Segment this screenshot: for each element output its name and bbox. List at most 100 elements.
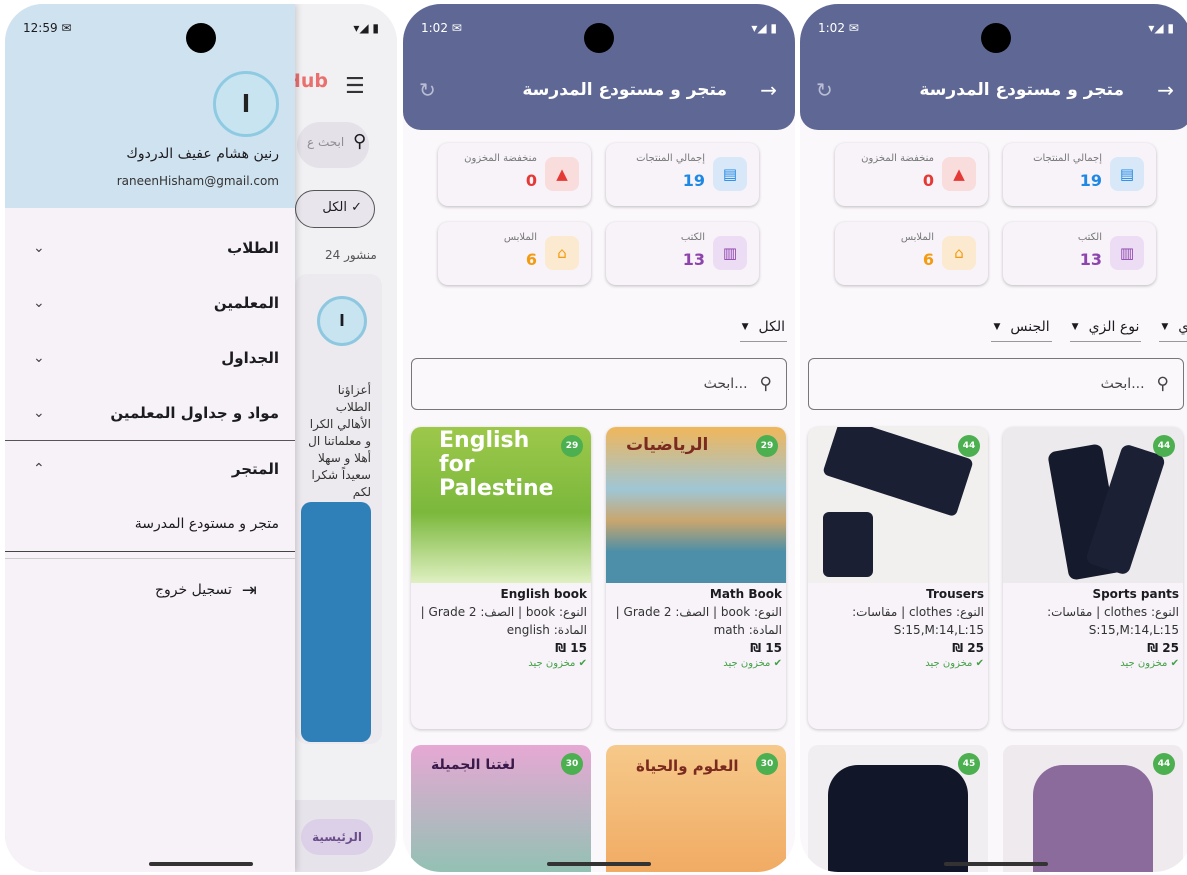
product-card[interactable]: English for Palestine 29 English book ال… bbox=[411, 427, 591, 729]
product-image: 44 bbox=[808, 427, 988, 583]
signal-icons: ▾◢ ▮ bbox=[353, 21, 379, 35]
stock-status: ✔ مخزون جيد bbox=[606, 655, 786, 669]
stat-label: الملابس bbox=[900, 232, 934, 243]
stock-status: ✔ مخزون جيد bbox=[1003, 655, 1183, 669]
chip-label: الكل bbox=[322, 200, 347, 215]
pants-shape bbox=[822, 427, 974, 518]
dropdown-arrow-icon: ▼ bbox=[1071, 322, 1079, 332]
chevron-up-icon: ⌃ bbox=[33, 460, 45, 477]
product-image: الرياضيات 29 bbox=[606, 427, 786, 583]
quantity-badge: 30 bbox=[756, 753, 778, 775]
product-price: ₪ 25 bbox=[952, 641, 984, 655]
posts-count: منشور 24 bbox=[325, 248, 377, 262]
menu-icon[interactable]: ☰ bbox=[345, 74, 365, 99]
user-name: رنين هشام عفيف الدردوك bbox=[126, 146, 279, 162]
product-card[interactable]: 44 Sports pants النوع: clothes | مقاسات:… bbox=[1003, 427, 1183, 729]
check-circle-icon: ✔ bbox=[1170, 658, 1179, 669]
chevron-down-icon: ⌄ bbox=[33, 294, 45, 311]
logout-icon: ⇥ bbox=[241, 579, 257, 601]
quantity-badge: 30 bbox=[561, 753, 583, 775]
product-price: ₪ 15 bbox=[555, 641, 587, 655]
quantity-badge: 44 bbox=[958, 435, 980, 457]
search-input[interactable]: ابحث... ⚲ bbox=[411, 358, 787, 410]
search-placeholder: ابحث... bbox=[1100, 376, 1145, 392]
chevron-down-icon: ⌄ bbox=[33, 239, 45, 256]
product-card[interactable]: 44 Trousers النوع: clothes | مقاسات: S:1… bbox=[808, 427, 988, 729]
uniform-type-dropdown[interactable]: نوع الزي ▼ bbox=[1069, 316, 1142, 342]
product-card[interactable]: الرياضيات 29 Math Book النوع: book | الص… bbox=[606, 427, 786, 729]
product-info: النوع: book | الصف: Grade 2 | المادة: ma… bbox=[615, 605, 782, 637]
stat-books: ▥ الكتب 13 bbox=[1003, 222, 1156, 285]
dropdown-arrow-icon: ▼ bbox=[993, 322, 1001, 332]
cover-title: لغتنا الجميلة bbox=[431, 757, 516, 773]
product-card[interactable]: لغتنا الجميلة 30 bbox=[411, 745, 591, 872]
search-icon[interactable]: ⚲ bbox=[353, 131, 366, 152]
drawer-subitem-school-store[interactable]: متجر و مستودع المدرسة bbox=[5, 496, 295, 552]
stat-label: منخفضة المخزون bbox=[464, 153, 537, 164]
category-dropdown[interactable]: زي ▼ bbox=[1159, 316, 1187, 342]
stock-label: مخزون جيد bbox=[925, 658, 973, 669]
refresh-icon[interactable]: ↻ bbox=[419, 78, 436, 102]
clock: 1:02 bbox=[421, 21, 448, 35]
navigation-drawer: ا رنين هشام عفيف الدردوك raneenHisham@gm… bbox=[5, 4, 295, 872]
product-card[interactable]: 45 bbox=[808, 745, 988, 872]
product-card[interactable]: العلوم والحياة 30 bbox=[606, 745, 786, 872]
drawer-item-schedules[interactable]: ⌄ الجداول bbox=[5, 330, 295, 385]
post-text: أعزاؤنا الطلاب الأهالي الكرا و معلماتنا … bbox=[308, 383, 371, 499]
cover-title: الرياضيات bbox=[626, 435, 709, 455]
filter-chip-all[interactable]: الكل ✓ bbox=[295, 190, 375, 228]
stat-value: 6 bbox=[922, 250, 934, 269]
stat-books: ▥ الكتب 13 bbox=[606, 222, 759, 285]
dropdown-value: نوع الزي bbox=[1088, 319, 1140, 335]
quantity-badge: 44 bbox=[1153, 435, 1175, 457]
camera-cutout bbox=[186, 23, 216, 53]
clock: 12:59 bbox=[23, 21, 58, 35]
back-arrow-icon[interactable]: → bbox=[760, 78, 777, 102]
search-input[interactable]: ابحث... ⚲ bbox=[808, 358, 1184, 410]
refresh-icon[interactable]: ↻ bbox=[816, 78, 833, 102]
stat-value: 19 bbox=[682, 171, 705, 190]
search-icon: ⚲ bbox=[1156, 374, 1169, 394]
stat-label: منخفضة المخزون bbox=[861, 153, 934, 164]
gesture-bar bbox=[944, 862, 1048, 866]
stat-total: ▤ إجمالي المنتجات 19 bbox=[1003, 143, 1156, 206]
dropdown-arrow-icon: ▼ bbox=[1161, 322, 1169, 332]
gender-dropdown[interactable]: الجنس ▼ bbox=[991, 316, 1052, 342]
avatar: ا bbox=[317, 296, 367, 346]
check-circle-icon: ✔ bbox=[578, 658, 587, 669]
product-card[interactable]: 44 bbox=[1003, 745, 1183, 872]
logout-button[interactable]: تسجيل خروج ⇥ bbox=[5, 559, 295, 621]
filter-row: الكل ▼ bbox=[739, 316, 787, 342]
quantity-badge: 29 bbox=[561, 435, 583, 457]
category-dropdown[interactable]: الكل ▼ bbox=[739, 316, 787, 342]
hanger-icon: ⌂ bbox=[942, 236, 976, 270]
drawer-item-subjects[interactable]: ⌄ مواد و جداول المعلمين bbox=[5, 385, 295, 440]
signal-icons: ▾◢ ▮ bbox=[1148, 21, 1174, 35]
sweater-shape bbox=[828, 765, 968, 872]
filter-row: زي ▼ نوع الزي ▼ الجنس ▼ bbox=[991, 316, 1187, 342]
drawer-item-label: المتجر bbox=[231, 459, 279, 478]
back-arrow-icon[interactable]: → bbox=[1157, 78, 1174, 102]
stat-label: إجمالي المنتجات bbox=[636, 153, 705, 164]
check-circle-icon: ✔ bbox=[773, 658, 782, 669]
phone-store-clothes: متجر و مستودع المدرسة → ↻ 1:02 ✉ ▾◢ ▮ ▤ … bbox=[800, 4, 1187, 872]
drawer-item-store[interactable]: ⌃ المتجر bbox=[5, 441, 295, 496]
hanger-icon: ⌂ bbox=[545, 236, 579, 270]
quantity-badge: 29 bbox=[756, 435, 778, 457]
dropdown-arrow-icon: ▼ bbox=[741, 322, 749, 332]
product-name: Sports pants bbox=[1092, 587, 1179, 601]
archive-icon: ▤ bbox=[1110, 157, 1144, 191]
search-icon: ⚲ bbox=[759, 374, 772, 394]
drawer-item-teachers[interactable]: ⌄ المعلمين bbox=[5, 275, 295, 330]
stat-value: 0 bbox=[525, 171, 537, 190]
stock-label: مخزون جيد bbox=[1120, 658, 1168, 669]
drawer-item-label: المعلمين bbox=[213, 293, 279, 312]
chevron-down-icon: ⌄ bbox=[33, 349, 45, 366]
search-placeholder: ابحث... bbox=[703, 376, 748, 392]
stat-total: ▤ إجمالي المنتجات 19 bbox=[606, 143, 759, 206]
dropdown-value: الجنس bbox=[1010, 319, 1050, 335]
drawer-item-students[interactable]: ⌄ الطلاب bbox=[5, 220, 295, 275]
nav-home-tab[interactable]: الرئيسية bbox=[301, 819, 373, 855]
dropdown-value: الكل bbox=[758, 319, 786, 335]
stock-status: ✔ مخزون جيد bbox=[411, 655, 591, 669]
